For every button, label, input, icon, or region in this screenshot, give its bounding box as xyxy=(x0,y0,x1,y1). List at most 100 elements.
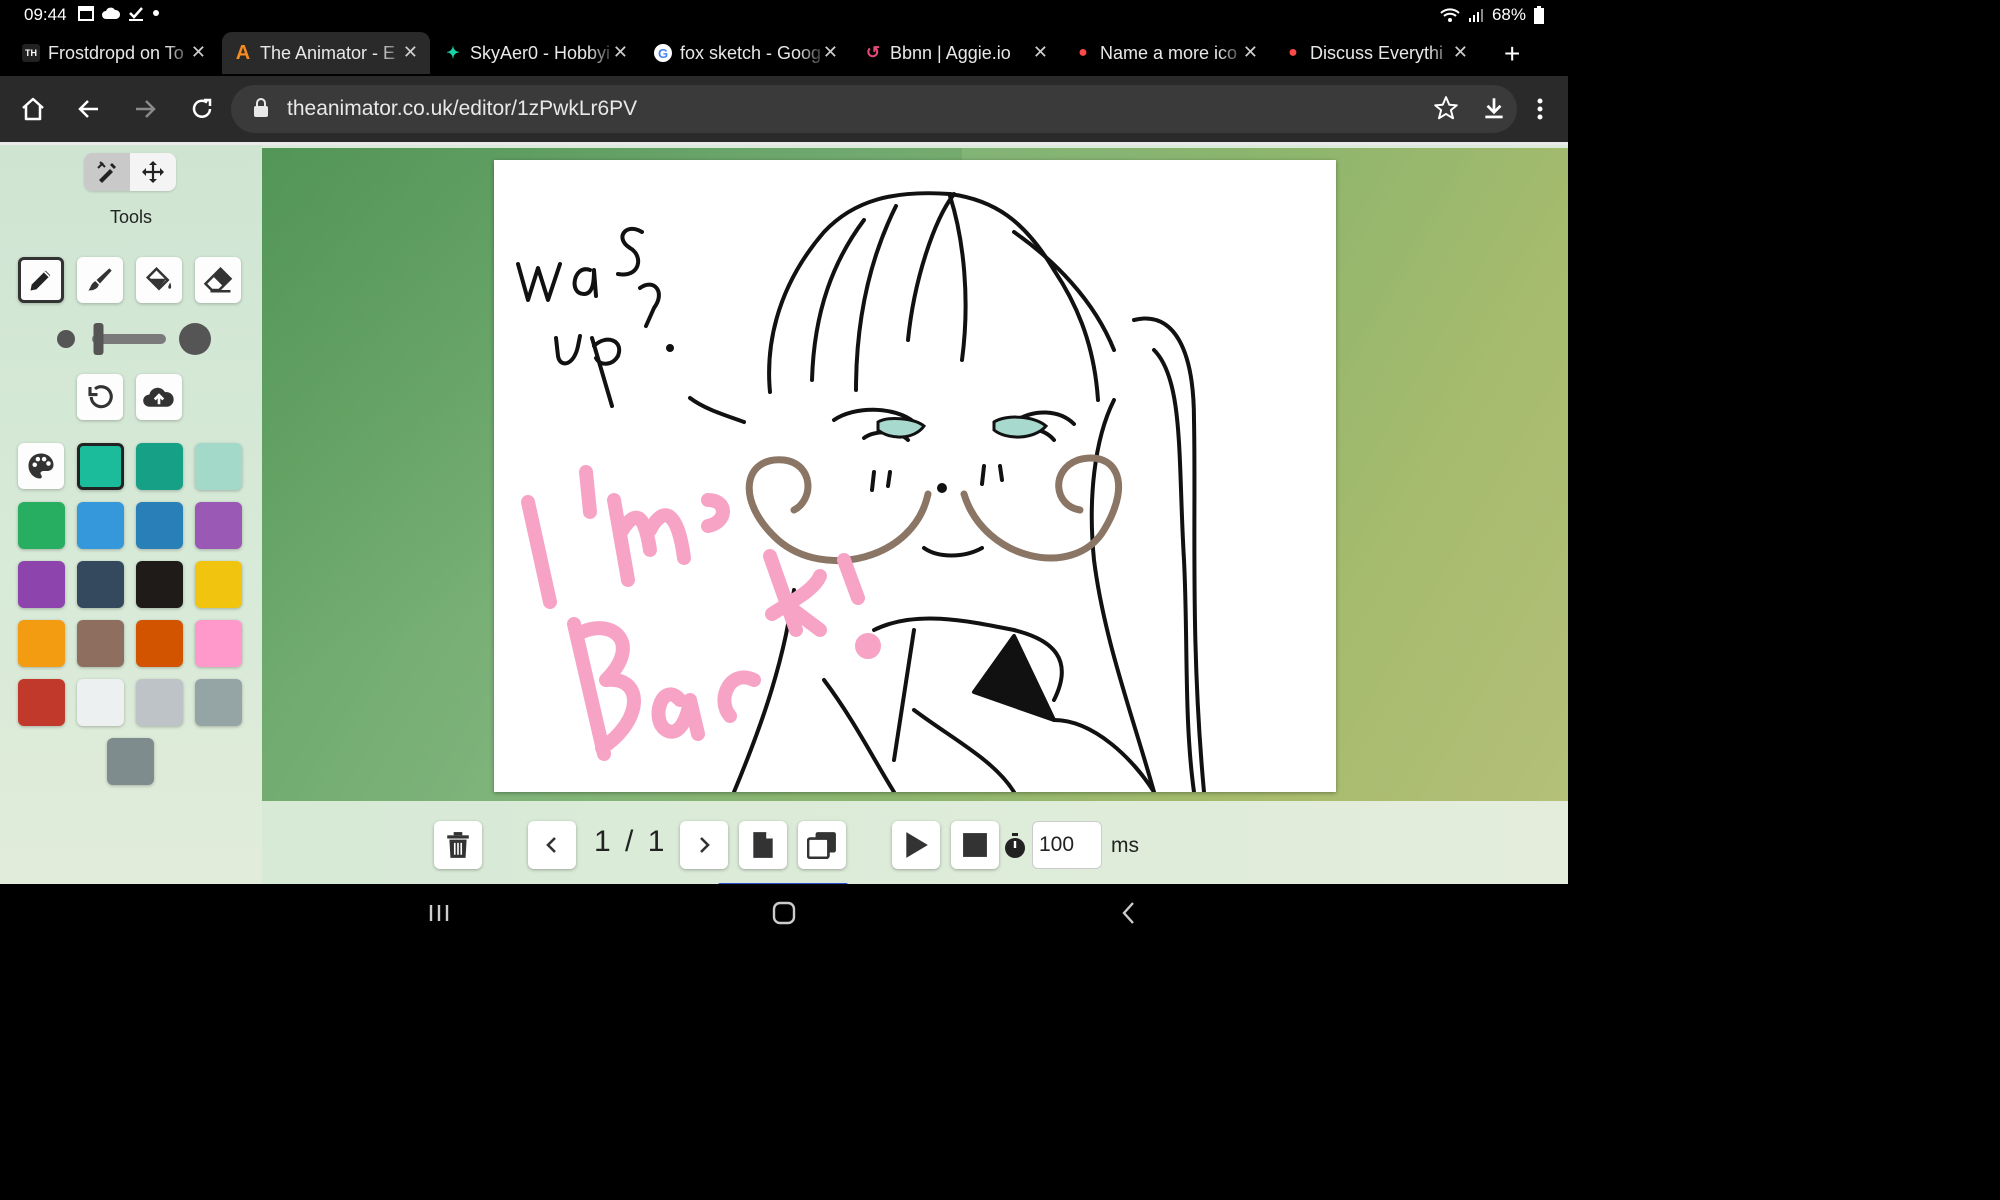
tab-close-icon[interactable]: ✕ xyxy=(1453,42,1468,63)
size-slider-graphic xyxy=(57,323,211,355)
new-tab-button[interactable]: + xyxy=(1504,40,1520,68)
tab-frostdropd[interactable]: TH Frostdropd on To ✕ xyxy=(10,32,218,74)
tools-sidebar: Tools xyxy=(0,145,262,887)
tab-close-icon[interactable]: ✕ xyxy=(823,42,838,63)
frame-delay-input[interactable] xyxy=(1032,821,1102,869)
color-swatch[interactable] xyxy=(195,502,242,549)
canvas-stage xyxy=(262,148,1568,801)
previous-frame-button[interactable] xyxy=(528,821,576,869)
color-swatch[interactable] xyxy=(195,679,242,726)
animator-app: Tools 1 / 1 100 ms xyxy=(0,142,1568,887)
undo-icon xyxy=(88,385,113,409)
tab-favicon-icon: TH xyxy=(22,44,40,62)
color-swatch[interactable] xyxy=(18,679,65,726)
undo-button[interactable] xyxy=(77,374,123,420)
fill-tool-button[interactable] xyxy=(136,257,182,303)
color-swatch[interactable] xyxy=(77,443,124,490)
color-swatch[interactable] xyxy=(136,679,183,726)
trash-icon xyxy=(447,832,469,858)
color-swatch[interactable] xyxy=(195,443,242,490)
home-nav-button[interactable] xyxy=(769,898,799,928)
tab-favicon-icon: G xyxy=(654,44,672,62)
current-frame: 1 xyxy=(594,825,611,858)
download-icon[interactable] xyxy=(1481,95,1507,121)
system-navigation-bar xyxy=(0,884,1568,941)
battery-percent: 68% xyxy=(1491,5,1526,24)
cloud-icon xyxy=(102,7,120,19)
tab-aggie[interactable]: ↺ Bbnn | Aggie.io ✕ xyxy=(852,32,1060,74)
next-frame-button[interactable] xyxy=(680,821,728,869)
tab-favicon-icon: ● xyxy=(1078,44,1088,61)
drawing-artwork xyxy=(516,191,1206,794)
battery-icon xyxy=(1534,6,1544,24)
color-swatch[interactable] xyxy=(136,502,183,549)
back-button[interactable] xyxy=(72,92,106,126)
tab-name-a-more[interactable]: ● Name a more ico ✕ xyxy=(1062,32,1270,74)
tab-skyaer0[interactable]: ✦ SkyAer0 - Hobbyi ✕ xyxy=(432,32,640,74)
url-text[interactable]: theanimator.co.uk/editor/1zPwkLr6PV xyxy=(287,97,637,121)
text-im-back-drawing xyxy=(521,465,881,761)
forward-button[interactable] xyxy=(128,92,162,126)
color-swatch[interactable] xyxy=(18,561,65,608)
calendar-icon xyxy=(78,6,94,21)
tab-close-icon[interactable]: ✕ xyxy=(613,42,628,63)
tools-label: Tools xyxy=(109,207,153,227)
drawing-canvas[interactable] xyxy=(494,160,1336,794)
text-was-up-drawing xyxy=(516,226,746,424)
play-button[interactable] xyxy=(892,821,940,869)
new-page-icon xyxy=(753,832,773,858)
color-swatch[interactable] xyxy=(18,620,65,667)
color-swatch[interactable] xyxy=(18,502,65,549)
tab-favicon-icon: ✦ xyxy=(446,45,460,62)
home-button[interactable] xyxy=(16,92,50,126)
color-swatch[interactable] xyxy=(77,620,124,667)
brown-mustache-drawing xyxy=(745,454,1123,565)
bookmark-star-icon[interactable] xyxy=(1433,95,1459,121)
delete-frame-button[interactable] xyxy=(434,821,482,869)
new-frame-button[interactable] xyxy=(739,821,787,869)
color-swatch[interactable] xyxy=(195,620,242,667)
color-swatch[interactable] xyxy=(77,679,124,726)
tab-discuss-everything[interactable]: ● Discuss Everythi ✕ xyxy=(1272,32,1480,74)
slider-thumb[interactable] xyxy=(93,323,104,355)
check-download-icon xyxy=(129,7,143,21)
play-icon xyxy=(906,832,928,858)
frame-separator: / xyxy=(625,825,634,858)
color-picker-button[interactable] xyxy=(18,443,64,489)
status-notification-icons xyxy=(78,5,160,21)
browser-toolbar: theanimator.co.uk/editor/1zPwkLr6PV xyxy=(0,76,1568,142)
eraser-tool-button[interactable] xyxy=(195,257,241,303)
tab-close-icon[interactable]: ✕ xyxy=(403,42,418,63)
more-menu-icon[interactable] xyxy=(1530,96,1550,122)
tab-fox-sketch[interactable]: G fox sketch - Goog ✕ xyxy=(642,32,850,74)
color-swatch[interactable] xyxy=(136,443,183,490)
color-swatch[interactable] xyxy=(195,561,242,608)
color-swatch[interactable] xyxy=(136,561,183,608)
tab-favicon-icon: A xyxy=(235,41,251,64)
reload-button[interactable] xyxy=(185,92,219,126)
tab-close-icon[interactable]: ✕ xyxy=(1033,42,1048,63)
color-swatch[interactable] xyxy=(136,620,183,667)
tab-close-icon[interactable]: ✕ xyxy=(191,42,206,63)
back-nav-button[interactable] xyxy=(1114,898,1144,928)
duplicate-icon xyxy=(807,832,836,859)
recent-apps-button[interactable] xyxy=(424,898,454,928)
status-system-icons: 68% xyxy=(1440,5,1544,25)
current-color-swatch[interactable] xyxy=(107,738,154,785)
move-mode-button[interactable] xyxy=(130,153,176,191)
draw-mode-button[interactable] xyxy=(84,153,130,191)
tab-title: The Animator - E xyxy=(260,42,396,63)
tab-title: Discuss Everythi xyxy=(1310,42,1444,63)
brush-tool-button[interactable] xyxy=(77,257,123,303)
pencil-tool-button[interactable] xyxy=(18,257,64,303)
color-swatch[interactable] xyxy=(77,561,124,608)
stop-button[interactable] xyxy=(951,821,999,869)
duplicate-frame-button[interactable] xyxy=(798,821,846,869)
brush-size-slider[interactable] xyxy=(56,321,212,357)
upload-cloud-button[interactable] xyxy=(136,374,182,420)
tab-close-icon[interactable]: ✕ xyxy=(1243,42,1258,63)
color-swatch[interactable] xyxy=(77,502,124,549)
cloud-upload-icon xyxy=(143,387,174,407)
address-bar[interactable]: theanimator.co.uk/editor/1zPwkLr6PV xyxy=(231,85,1517,133)
tab-the-animator[interactable]: A The Animator - E ✕ xyxy=(222,32,430,74)
